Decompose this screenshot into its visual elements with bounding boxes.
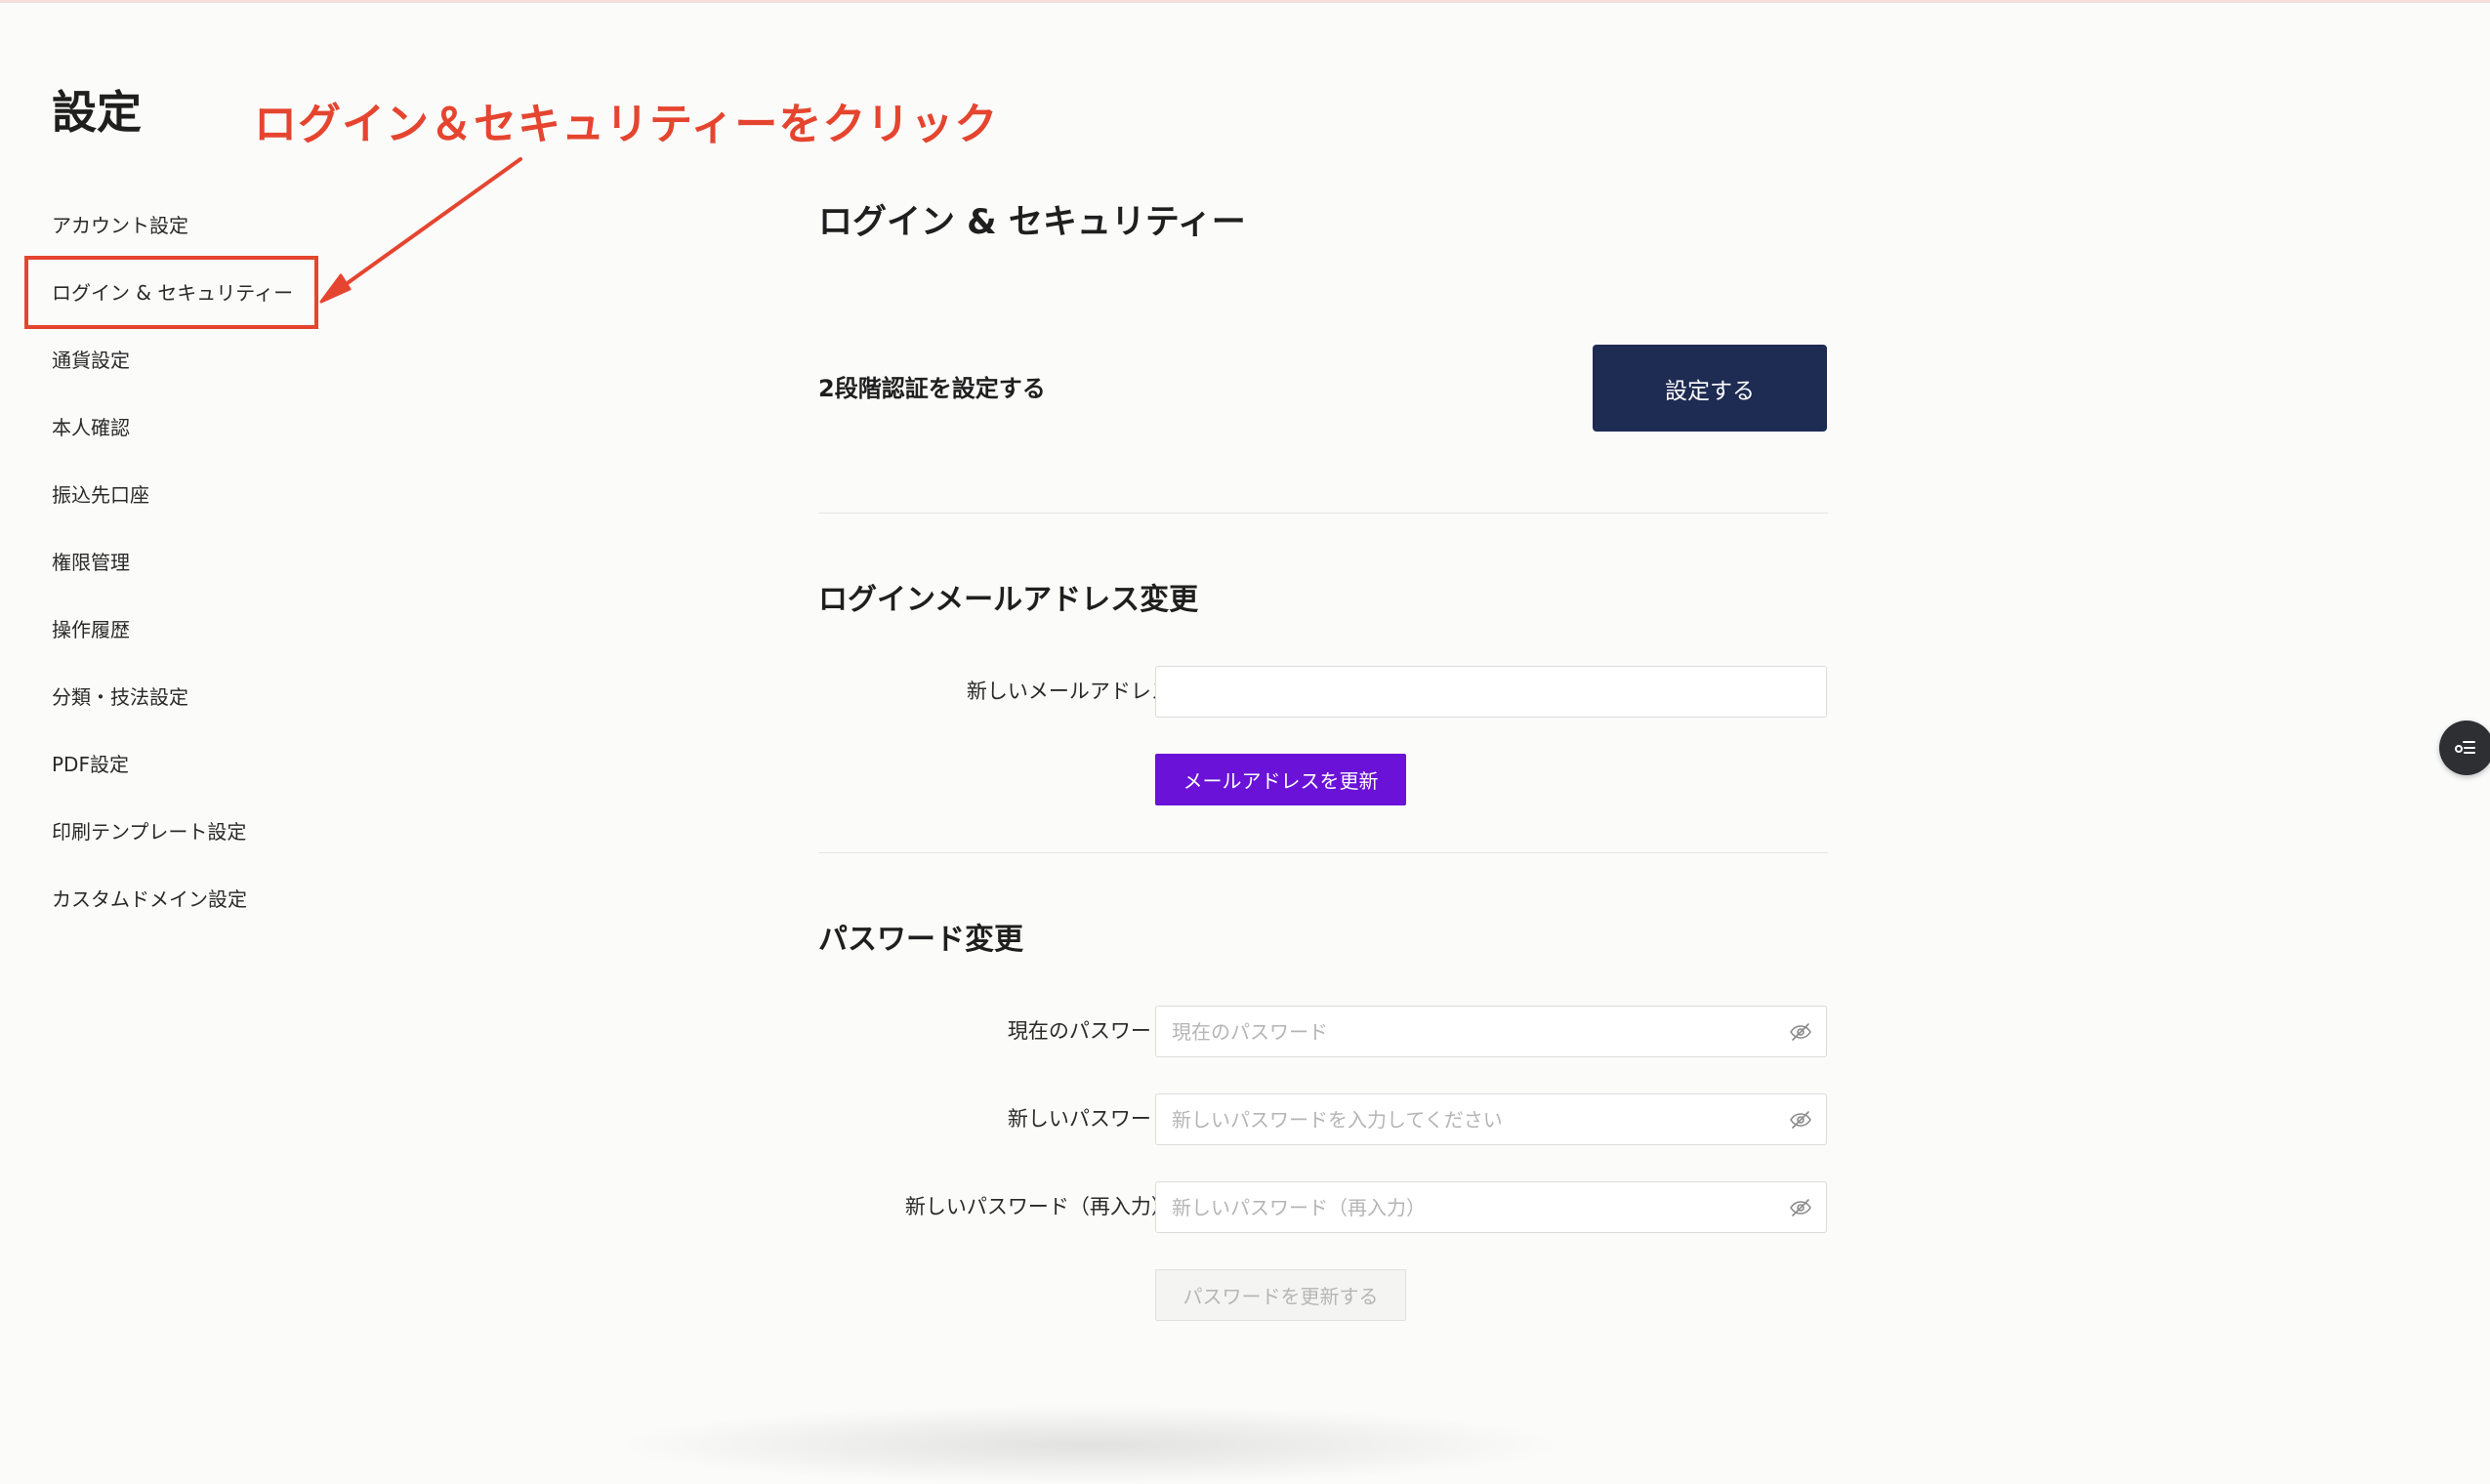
new-email-input[interactable] — [1156, 667, 1758, 717]
setup-two-factor-button[interactable]: 設定する — [1593, 345, 1827, 432]
sidebar-item-category-technique[interactable]: 分類・技法設定 — [0, 663, 332, 730]
sidebar-item-custom-domain[interactable]: カスタムドメイン設定 — [0, 865, 332, 932]
eye-off-icon[interactable] — [1789, 1196, 1812, 1219]
sidebar-item-label: 印刷テンプレート設定 — [52, 820, 247, 844]
sidebar-item-label: 本人確認 — [52, 416, 130, 439]
sidebar-item-label: 振込先口座 — [52, 483, 149, 507]
bottom-shadow — [625, 1406, 1553, 1484]
confirm-password-input[interactable] — [1156, 1182, 1758, 1232]
update-email-button[interactable]: メールアドレスを更新 — [1155, 754, 1406, 805]
sidebar-item-label: 通貨設定 — [52, 349, 130, 372]
sidebar-item-pdf[interactable]: PDF設定 — [0, 730, 332, 798]
email-change-title: ログインメールアドレス変更 — [818, 583, 1199, 617]
sidebar-item-label: カスタムドメイン設定 — [52, 887, 247, 911]
sidebar-item-operation-history[interactable]: 操作履歴 — [0, 596, 332, 663]
sidebar-item-label: アカウント設定 — [52, 214, 188, 237]
eye-off-icon[interactable] — [1789, 1108, 1812, 1132]
section-heading: ログイン & セキュリティー — [818, 203, 1246, 242]
floating-widget-button[interactable] — [2439, 721, 2490, 775]
confirm-password-label: 新しいパスワード（再入力）: — [904, 1195, 1179, 1218]
section-divider — [818, 852, 1828, 853]
sidebar-item-account[interactable]: アカウント設定 — [0, 191, 332, 259]
sidebar-item-currency[interactable]: 通貨設定 — [0, 326, 332, 393]
sidebar-item-permissions[interactable]: 権限管理 — [0, 528, 332, 596]
sidebar-item-identity[interactable]: 本人確認 — [0, 393, 332, 461]
annotation-highlight-box — [24, 256, 318, 329]
list-icon — [2455, 741, 2475, 754]
section-divider — [818, 513, 1828, 514]
annotation-instruction: ログイン＆セキュリティーをクリック — [254, 100, 999, 149]
new-password-label: 新しいパスワード: — [1007, 1107, 1179, 1131]
sidebar-item-bank-account[interactable]: 振込先口座 — [0, 461, 332, 528]
new-password-input[interactable] — [1156, 1094, 1758, 1144]
sidebar-item-label: 分類・技法設定 — [52, 685, 188, 709]
sidebar-item-label: 権限管理 — [52, 551, 130, 574]
sidebar-item-label: PDF設定 — [52, 753, 129, 776]
page-title: 設定 — [52, 86, 142, 139]
eye-off-icon[interactable] — [1789, 1020, 1812, 1044]
confirm-password-field-wrapper — [1155, 1181, 1827, 1233]
new-email-field-wrapper — [1155, 666, 1827, 718]
current-password-label: 現在のパスワード: — [1007, 1019, 1179, 1043]
two-factor-label: 2段階認証を設定する — [818, 375, 1046, 402]
sidebar-item-print-template[interactable]: 印刷テンプレート設定 — [0, 798, 332, 865]
update-password-button[interactable]: パスワードを更新する — [1155, 1269, 1406, 1321]
password-change-title: パスワード変更 — [818, 923, 1023, 957]
current-password-field-wrapper — [1155, 1006, 1827, 1057]
top-accent-line — [0, 0, 2490, 3]
new-password-field-wrapper — [1155, 1093, 1827, 1145]
sidebar-item-label: 操作履歴 — [52, 618, 130, 641]
current-password-input[interactable] — [1156, 1007, 1758, 1056]
new-email-label: 新しいメールアドレス: — [966, 680, 1179, 703]
